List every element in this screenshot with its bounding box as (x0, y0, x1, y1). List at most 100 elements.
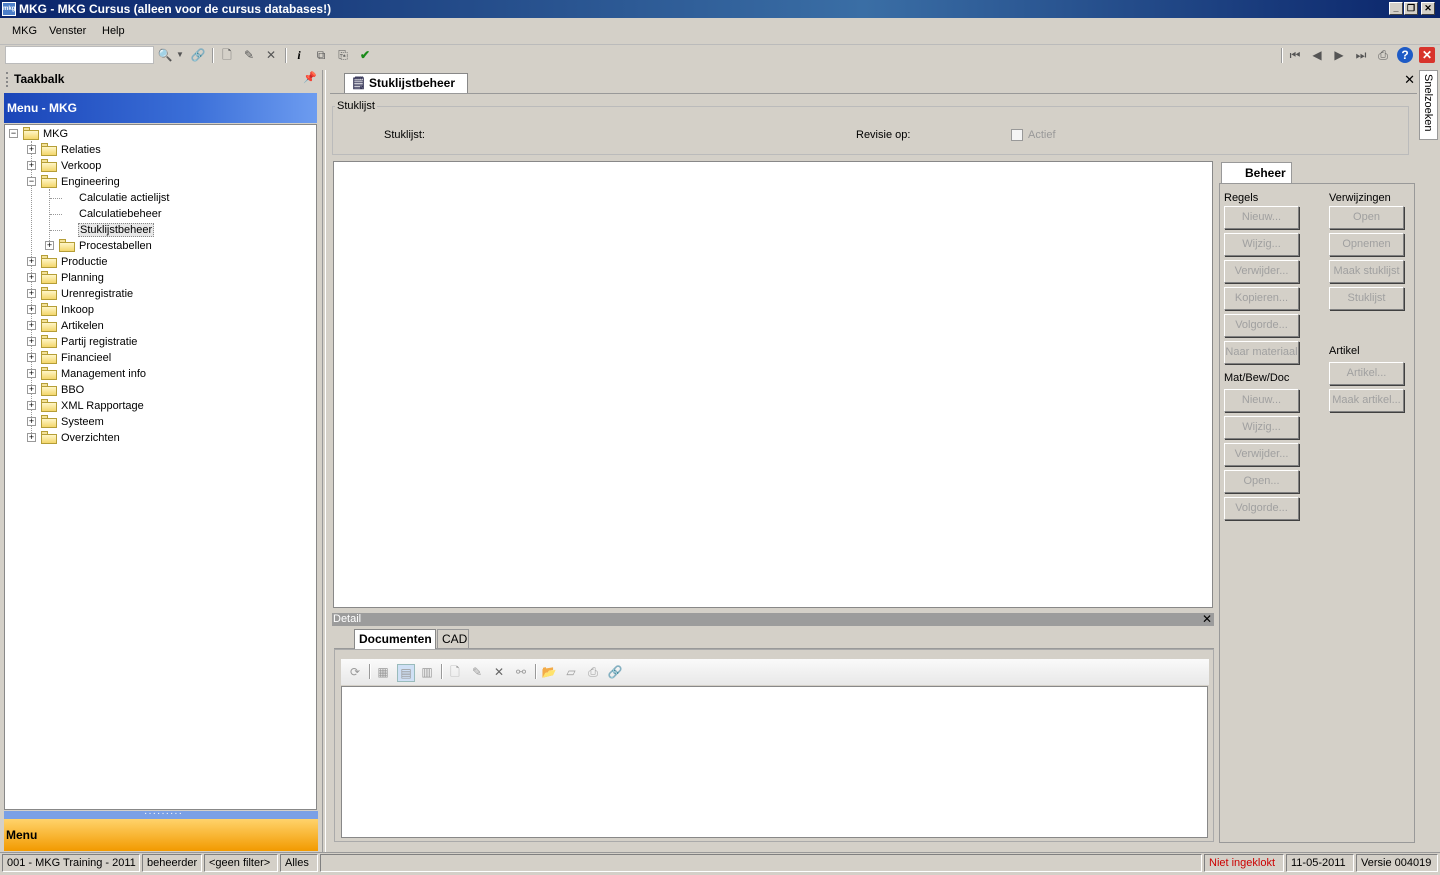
list-view-icon[interactable]: ▤ (397, 664, 415, 682)
close-detail-icon[interactable]: ✕ (1202, 612, 1212, 626)
verwijzingen-opnemen-button[interactable]: Opnemen (1329, 233, 1404, 256)
print-icon[interactable]: ⎙ (585, 664, 601, 680)
matbewdoc-verwijder-button[interactable]: Verwijder... (1224, 443, 1299, 466)
toolbar-separator (441, 664, 443, 679)
next-record-icon[interactable]: ▶ (1331, 47, 1347, 63)
folder-icon (41, 399, 57, 412)
search-icon[interactable]: 🔍 (157, 47, 173, 63)
close-icon[interactable]: ✕ (1419, 47, 1435, 63)
expand-icon[interactable]: + (27, 145, 36, 154)
verwijzingen-open-button[interactable]: Open (1329, 206, 1404, 229)
menu-mkg[interactable]: MKG (12, 25, 37, 37)
menu-bar: MKG Venster Help (0, 18, 1440, 45)
delete-icon[interactable]: ✕ (263, 47, 279, 63)
tab-stuklijstbeheer[interactable]: 🗒 Stuklijstbeheer (344, 73, 468, 93)
documenten-grid[interactable] (341, 686, 1208, 838)
grip-handle[interactable] (6, 72, 11, 87)
main-toolbar: 🔍 ▼ 🔗 🗋 ✎ ✕ i ⧉ ⎘ ✔ ⏮ ◀ ▶ ⏭ ⎙ ? ✕ (0, 45, 1440, 67)
matbewdoc-open-button[interactable]: Open... (1224, 470, 1299, 493)
expand-icon[interactable]: + (27, 385, 36, 394)
chevron-down-icon[interactable]: ▼ (175, 47, 185, 63)
panel-splitter[interactable]: ········· (4, 808, 318, 819)
matbewdoc-wijzig-button[interactable]: Wijzig... (1224, 416, 1299, 439)
artikel-button[interactable]: Artikel... (1329, 362, 1404, 385)
close-window-button[interactable]: ✕ (1421, 2, 1435, 15)
naar-materiaal-button[interactable]: Naar materiaal (1224, 341, 1299, 364)
checklist-icon[interactable]: ✔ (357, 47, 373, 63)
add-document-icon[interactable]: 🗋 (447, 664, 463, 680)
folder-icon (41, 367, 57, 380)
matbewdoc-volgorde-button[interactable]: Volgorde... (1224, 497, 1299, 520)
unlink-icon[interactable]: ⚯ (513, 664, 529, 680)
first-record-icon[interactable]: ⏮ (1287, 47, 1303, 63)
link-icon[interactable]: 🔗 (190, 47, 206, 63)
table-view-icon[interactable]: ▥ (419, 664, 435, 680)
expand-icon[interactable]: + (27, 289, 36, 298)
last-record-icon[interactable]: ⏭ (1353, 47, 1369, 63)
toolbar-separator (1281, 48, 1283, 63)
regels-nieuw-button[interactable]: Nieuw... (1224, 206, 1299, 229)
help-icon[interactable]: ? (1397, 47, 1413, 63)
expand-icon[interactable]: + (27, 305, 36, 314)
tab-documenten[interactable]: Documenten (354, 629, 436, 649)
paste-icon[interactable]: ⎘ (335, 47, 351, 63)
search-input[interactable] (5, 46, 154, 64)
matbewdoc-nieuw-button[interactable]: Nieuw... (1224, 389, 1299, 412)
close-tab-icon[interactable]: ✕ (1404, 72, 1415, 88)
folder-icon (41, 159, 57, 172)
expand-icon[interactable]: + (27, 433, 36, 442)
menu-bottom-label: Menu (6, 828, 38, 842)
panel-divider[interactable] (322, 70, 326, 852)
stuklijst-button[interactable]: Stuklijst (1329, 287, 1404, 310)
stuklijst-field-label: Stuklijst: (384, 129, 425, 141)
menu-bottom-button[interactable]: Menu (4, 819, 318, 851)
collapse-icon[interactable]: − (9, 129, 18, 138)
maak-stuklijst-button[interactable]: Maak stuklijst (1329, 260, 1404, 283)
refresh-icon[interactable]: ⟳ (347, 664, 363, 680)
status-scope: Alles (280, 854, 318, 872)
grid-view-icon[interactable]: ▦ (375, 664, 391, 680)
expand-icon[interactable]: + (27, 417, 36, 426)
actief-checkbox[interactable] (1011, 129, 1023, 141)
stuklijst-grid[interactable] (333, 161, 1213, 608)
expand-icon[interactable]: + (27, 369, 36, 378)
snelzoeken-side-tab[interactable]: Snelzoeken (1419, 70, 1438, 140)
expand-icon[interactable]: + (27, 161, 36, 170)
regels-verwijder-button[interactable]: Verwijder... (1224, 260, 1299, 283)
new-document-icon[interactable]: 🗋 (219, 47, 235, 63)
regels-wijzig-button[interactable]: Wijzig... (1224, 233, 1299, 256)
expand-icon[interactable]: + (27, 353, 36, 362)
expand-icon[interactable]: + (27, 321, 36, 330)
delete-icon[interactable]: ✕ (491, 664, 507, 680)
tab-cad[interactable]: CAD (437, 629, 469, 648)
folder-icon (41, 255, 57, 268)
expand-icon[interactable]: + (27, 401, 36, 410)
info-icon[interactable]: i (291, 47, 307, 63)
minimize-button[interactable]: _ (1389, 2, 1403, 15)
expand-icon[interactable]: + (27, 273, 36, 282)
menu-header: Menu - MKG (4, 93, 317, 123)
link-icon[interactable]: 🔗 (607, 664, 623, 680)
menu-venster[interactable]: Venster (49, 25, 86, 37)
open-folder-icon[interactable]: 📂 (541, 664, 557, 680)
maak-artikel-button[interactable]: Maak artikel... (1329, 389, 1404, 412)
tab-underline (330, 93, 1417, 94)
tab-beheer[interactable]: Beheer (1221, 162, 1292, 183)
copy-icon[interactable]: ⧉ (313, 47, 329, 63)
pin-icon[interactable]: 📌 (303, 71, 317, 84)
collapse-icon[interactable]: − (27, 177, 36, 186)
folder-open-icon (23, 127, 39, 140)
print-icon[interactable]: ⎙ (1375, 47, 1391, 63)
expand-icon[interactable]: + (27, 257, 36, 266)
regels-volgorde-button[interactable]: Volgorde... (1224, 314, 1299, 337)
restore-button[interactable]: ❐ (1404, 2, 1418, 15)
edit-pencil-icon[interactable]: ✎ (469, 664, 485, 680)
expand-icon[interactable]: + (27, 337, 36, 346)
matbewdoc-group-title: Mat/Bew/Doc (1224, 372, 1290, 384)
edit-pencil-icon[interactable]: ✎ (241, 47, 257, 63)
previous-record-icon[interactable]: ◀ (1309, 47, 1325, 63)
regels-kopieren-button[interactable]: Kopieren... (1224, 287, 1299, 310)
expand-icon[interactable]: + (45, 241, 54, 250)
menu-help[interactable]: Help (102, 25, 125, 37)
scan-icon[interactable]: ▱ (563, 664, 579, 680)
